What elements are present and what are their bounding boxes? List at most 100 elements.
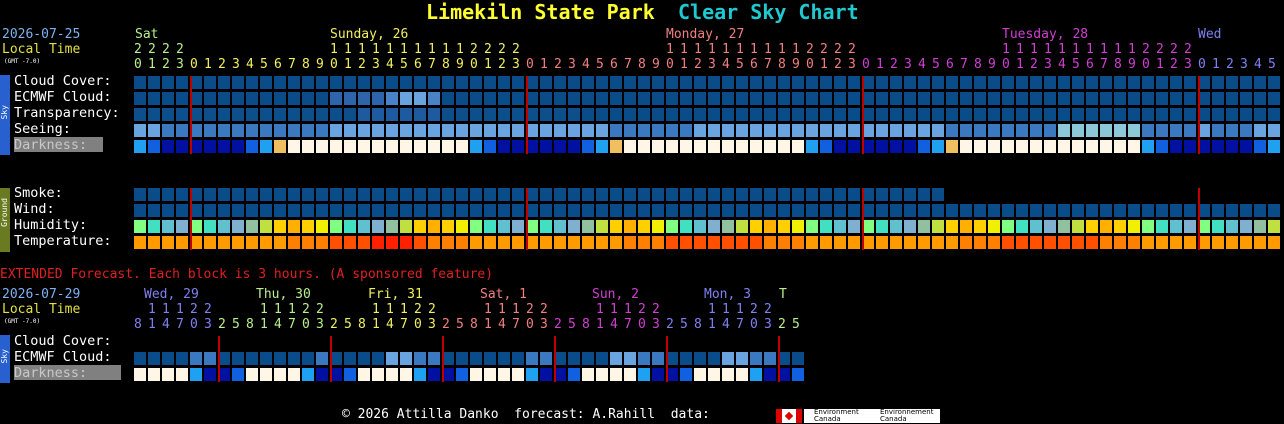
row-label-darkness: Darkness: bbox=[14, 137, 103, 153]
smoke-block bbox=[260, 188, 272, 201]
smoke-block bbox=[358, 188, 370, 201]
extended-darkness-block bbox=[638, 368, 650, 381]
ecmwf-cloud-block bbox=[890, 92, 902, 105]
wind-block bbox=[316, 204, 328, 217]
seeing-block bbox=[848, 124, 860, 137]
extended-darkness-block bbox=[470, 368, 482, 381]
day-label: Sat bbox=[135, 27, 159, 42]
environment-canada-logo[interactable]: Environment Canada Environnement Canada bbox=[804, 409, 940, 423]
humidity-block bbox=[1212, 220, 1224, 233]
extended-hour-units-digit: 2 bbox=[666, 317, 674, 332]
ecmwf-cloud-block bbox=[1226, 92, 1238, 105]
hour-units-digit: 6 bbox=[750, 57, 758, 72]
humidity-block bbox=[750, 220, 762, 233]
ecmwf-cloud-block bbox=[1128, 92, 1140, 105]
ecmwf-cloud-block bbox=[414, 92, 426, 105]
extended-hour-units-digit: 5 bbox=[792, 317, 800, 332]
extended-banner[interactable]: EXTENDED Forecast. Each block is 3 hours… bbox=[0, 268, 493, 282]
temperature-block bbox=[904, 236, 916, 249]
darkness-block bbox=[260, 140, 272, 153]
smoke-block bbox=[694, 188, 706, 201]
extended-sky-tag: Sky bbox=[0, 349, 9, 364]
humidity-block bbox=[680, 220, 692, 233]
hour-units-digit: 8 bbox=[974, 57, 982, 72]
hour-units-digit: 5 bbox=[932, 57, 940, 72]
temperature-block bbox=[764, 236, 776, 249]
wind-block bbox=[442, 204, 454, 217]
ecmwf-cloud-block bbox=[148, 92, 160, 105]
wind-block bbox=[414, 204, 426, 217]
wind-block bbox=[344, 204, 356, 217]
extended-hour-tens-digit: 1 bbox=[708, 302, 716, 317]
humidity-block bbox=[1240, 220, 1252, 233]
smoke-block bbox=[246, 188, 258, 201]
temperature-block bbox=[330, 236, 342, 249]
extended-hour-units-digit: 7 bbox=[624, 317, 632, 332]
ecmwf-cloud-block bbox=[1072, 92, 1084, 105]
temperature-block bbox=[1142, 236, 1154, 249]
darkness-block bbox=[708, 140, 720, 153]
row-label-cloud-cover: Cloud Cover: bbox=[14, 73, 112, 89]
hour-tens-digit: 1 bbox=[330, 42, 338, 57]
extended-cloud-block bbox=[302, 352, 314, 365]
extended-hour-tens-digit: 1 bbox=[498, 302, 506, 317]
hour-tens-digit: 1 bbox=[428, 42, 436, 57]
extended-cloud-block bbox=[750, 352, 762, 365]
ecmwf-cloud-block bbox=[792, 92, 804, 105]
darkness-block bbox=[414, 140, 426, 153]
transparency-block bbox=[792, 108, 804, 121]
extended-cloud-block bbox=[610, 352, 622, 365]
hour-tens-digit: 1 bbox=[372, 42, 380, 57]
transparency-block bbox=[1016, 108, 1028, 121]
humidity-block bbox=[358, 220, 370, 233]
humidity-block bbox=[960, 220, 972, 233]
wind-block bbox=[1240, 204, 1252, 217]
smoke-block bbox=[554, 188, 566, 201]
darkness-block bbox=[316, 140, 328, 153]
ecmwf-cloud-block bbox=[932, 92, 944, 105]
transparency-block bbox=[302, 108, 314, 121]
hour-tens-digit: 2 bbox=[848, 42, 856, 57]
humidity-block bbox=[414, 220, 426, 233]
hour-units-digit: 0 bbox=[862, 57, 870, 72]
extended-darkness-block bbox=[134, 368, 146, 381]
extended-darkness-block bbox=[498, 368, 510, 381]
extended-hour-units-digit: 7 bbox=[288, 317, 296, 332]
humidity-block bbox=[1156, 220, 1168, 233]
transparency-block bbox=[1142, 108, 1154, 121]
wind-block bbox=[274, 204, 286, 217]
row-label-transparency: Transparency: bbox=[14, 105, 120, 121]
cloud-cover-block bbox=[1100, 76, 1112, 89]
hour-units-digit: 1 bbox=[540, 57, 548, 72]
extended-darkness-block bbox=[652, 368, 664, 381]
humidity-block bbox=[834, 220, 846, 233]
extended-darkness-block bbox=[512, 368, 524, 381]
temperature-block bbox=[778, 236, 790, 249]
hour-tens-digit: 1 bbox=[708, 42, 716, 57]
extended-darkness-block bbox=[708, 368, 720, 381]
wind-block bbox=[820, 204, 832, 217]
temperature-block bbox=[134, 236, 146, 249]
ecmwf-cloud-block bbox=[344, 92, 356, 105]
hour-tens-digit: 1 bbox=[456, 42, 464, 57]
cloud-cover-block bbox=[232, 76, 244, 89]
cloud-cover-block bbox=[918, 76, 930, 89]
darkness-block bbox=[1254, 140, 1266, 153]
ecmwf-cloud-block bbox=[400, 92, 412, 105]
canada-flag-icon[interactable] bbox=[776, 409, 802, 423]
extended-hour-units-digit: 1 bbox=[596, 317, 604, 332]
temperature-block bbox=[582, 236, 594, 249]
hour-units-digit: 3 bbox=[848, 57, 856, 72]
wind-block bbox=[302, 204, 314, 217]
hour-units-digit: 3 bbox=[708, 57, 716, 72]
seeing-block bbox=[918, 124, 930, 137]
ecmwf-cloud-block bbox=[820, 92, 832, 105]
ecmwf-cloud-block bbox=[680, 92, 692, 105]
hour-units-digit: 5 bbox=[400, 57, 408, 72]
smoke-block bbox=[274, 188, 286, 201]
darkness-block bbox=[1184, 140, 1196, 153]
hour-tens-digit: 1 bbox=[680, 42, 688, 57]
seeing-block bbox=[904, 124, 916, 137]
midnight-line bbox=[862, 188, 864, 250]
cloud-cover-block bbox=[1044, 76, 1056, 89]
